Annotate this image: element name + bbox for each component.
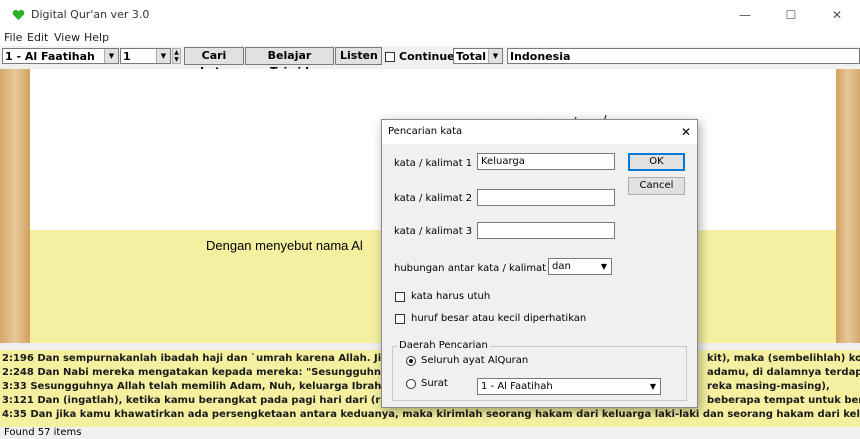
total-select[interactable]: Total ▼ (453, 48, 503, 64)
language-select-value: Indonesia (510, 50, 571, 63)
surah-label: Surat (421, 378, 448, 389)
ayat-select[interactable]: 1 ▼ (120, 48, 171, 64)
dialog-title: Pencarian kata (388, 126, 463, 137)
chevron-down-icon: ▼ (156, 49, 170, 63)
listen-button[interactable]: Listen (335, 47, 382, 65)
close-icon[interactable]: ✕ (681, 125, 691, 139)
list-item[interactable]: 3:121 Dan (ingatlah), ketika kamu berang… (2, 395, 860, 406)
menu-bar: File Edit View Help (0, 30, 860, 46)
word1-label: kata / kalimat 1 (394, 158, 473, 169)
surah-dropdown-value: 1 - Al Faatihah (481, 381, 553, 392)
list-item[interactable]: 3:33 Sesungguhnya Allah telah memilih Ad… (2, 381, 830, 392)
ok-button[interactable]: OK (628, 153, 685, 171)
list-item[interactable]: 2:196 Dan sempurnakanlah ibadah haji dan… (2, 353, 860, 364)
case-sensitive-label: huruf besar atau kecil diperhatikan (411, 313, 587, 324)
word2-label: kata / kalimat 2 (394, 193, 473, 204)
chevron-down-icon: ▼ (488, 49, 502, 63)
menu-help[interactable]: Help (84, 31, 109, 44)
ayat-spinner[interactable]: ▲ ▼ (172, 48, 181, 64)
spin-down-icon[interactable]: ▼ (173, 56, 180, 63)
menu-view[interactable]: View (54, 31, 80, 44)
maximize-button[interactable]: ☐ (768, 0, 814, 30)
title-bar: Digital Qur'an ver 3.0 — ☐ ✕ (0, 0, 860, 30)
word1-field[interactable]: Keluarga (477, 153, 615, 170)
cancel-button[interactable]: Cancel (628, 177, 685, 195)
status-bar: Found 57 items (0, 427, 860, 439)
whole-word-label: kata harus utuh (411, 291, 491, 302)
case-sensitive-checkbox[interactable] (395, 314, 405, 324)
word3-label: kata / kalimat 3 (394, 226, 473, 237)
list-item[interactable]: 2:248 Dan Nabi mereka mengatakan kepada … (2, 367, 860, 378)
surah-radio[interactable] (406, 379, 416, 389)
continue-checkbox[interactable] (385, 52, 395, 62)
search-word-button[interactable]: Cari kata (184, 47, 244, 78)
relation-select[interactable]: dan ▼ (548, 258, 612, 275)
ayat-select-value: 1 (123, 50, 131, 63)
word3-field[interactable] (477, 222, 615, 239)
learn-tajwid-button[interactable]: Belajar Tajwid (245, 47, 334, 78)
decorative-border-left (0, 69, 30, 343)
surah-select-value: 1 - Al Faatihah (5, 50, 95, 63)
continue-label: Continue (399, 50, 455, 63)
search-area-label: Daerah Pencarian (397, 340, 490, 351)
dialog-title-bar: Pencarian kata ✕ (382, 120, 697, 144)
relation-label: hubungan antar kata / kalimat (394, 263, 547, 274)
search-dialog: Pencarian kata ✕ kata / kalimat 1 Keluar… (381, 119, 698, 408)
list-item[interactable]: 4:35 Dan jika kamu khawatirkan ada perse… (2, 409, 860, 420)
language-select[interactable]: Indonesia (507, 48, 860, 64)
whole-word-checkbox[interactable] (395, 292, 405, 302)
close-button[interactable]: ✕ (814, 0, 860, 30)
status-text: Found 57 items (4, 427, 82, 438)
menu-file[interactable]: File (4, 31, 22, 44)
toolbar: 1 - Al Faatihah ▼ 1 ▼ ▲ ▼ Cari kata Bela… (0, 46, 860, 78)
chevron-down-icon: ▼ (600, 262, 607, 271)
all-quran-radio[interactable] (406, 356, 416, 366)
word2-field[interactable] (477, 189, 615, 206)
chevron-down-icon: ▼ (649, 382, 656, 391)
total-select-value: Total (456, 50, 487, 63)
spin-up-icon[interactable]: ▲ (173, 49, 180, 56)
minimize-button[interactable]: — (722, 0, 768, 30)
heart-icon (12, 9, 25, 21)
window-title: Digital Qur'an ver 3.0 (31, 8, 150, 21)
relation-select-value: dan (552, 261, 571, 272)
decorative-border-right (836, 69, 860, 343)
surah-select[interactable]: 1 - Al Faatihah ▼ (2, 48, 119, 64)
all-quran-label: Seluruh ayat AlQuran (421, 355, 529, 366)
chevron-down-icon: ▼ (104, 49, 118, 63)
translation-text: Dengan menyebut nama Al (206, 238, 363, 253)
menu-edit[interactable]: Edit (27, 31, 48, 44)
surah-dropdown[interactable]: 1 - Al Faatihah ▼ (477, 378, 661, 395)
